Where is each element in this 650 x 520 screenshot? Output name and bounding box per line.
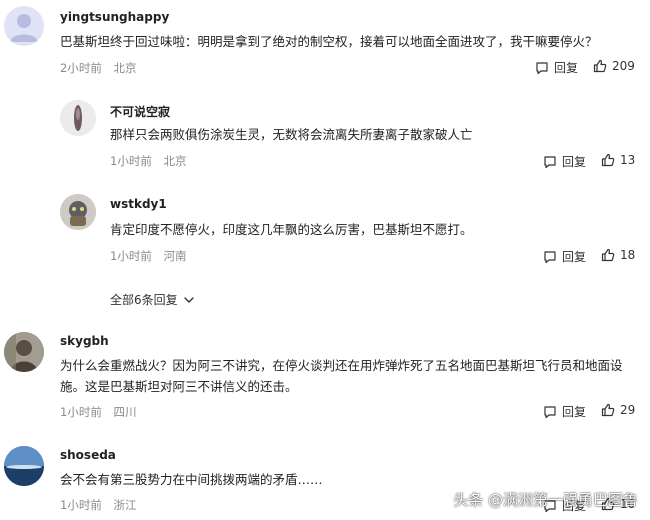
comment-text: 巴基斯坦终于回过味啦：明明是拿到了绝对的制空权，接着可以地面全面进攻了，我干嘛要… <box>60 34 598 49</box>
reply-username[interactable]: wstkdy1 <box>110 197 167 211</box>
thumbs-up-icon <box>601 248 615 262</box>
reply-time: 1小时前 <box>110 249 152 263</box>
reply-label: 回复 <box>562 250 587 264</box>
comment-icon <box>544 250 556 263</box>
expand-replies-button[interactable]: 全部6条回复 <box>110 291 196 308</box>
reply-button[interactable]: 回复 <box>535 59 578 76</box>
avatar[interactable] <box>4 332 44 372</box>
comment-text-line: 为什么会重燃战火？因为阿三不讲究，在停火谈判还在用炸弹炸死了五名地面巴基斯坦飞行… <box>60 358 623 373</box>
comment-time: 1小时前 <box>60 405 102 419</box>
comment-location: 四川 <box>113 405 137 419</box>
comment-time: 2小时前 <box>60 61 102 75</box>
avatar[interactable] <box>60 100 96 136</box>
comment-icon <box>544 405 556 418</box>
comment-meta: 2小时前 北京 <box>60 60 136 76</box>
comment-meta: 1小时前 浙江 <box>60 497 136 513</box>
avatar[interactable] <box>60 194 96 230</box>
comment-text-line: 施。这是巴基斯坦对阿三不讲信义的还击。 <box>60 379 298 394</box>
thumbs-up-icon <box>601 403 615 417</box>
reply-button[interactable]: 回复 <box>543 248 586 265</box>
reply-username[interactable]: 不可说空寂 <box>110 103 170 120</box>
like-count: 209 <box>612 59 635 73</box>
like-button[interactable]: 18 <box>601 248 635 262</box>
like-button[interactable]: 13 <box>601 153 635 167</box>
reply-label: 回复 <box>562 155 587 169</box>
reply-button[interactable]: 回复 <box>543 153 586 170</box>
chevron-down-icon <box>183 296 194 303</box>
like-count: 13 <box>620 153 636 167</box>
like-count: 29 <box>620 403 636 417</box>
user-avatar-image <box>4 446 44 486</box>
reply-label: 回复 <box>554 61 579 75</box>
user-icon <box>10 14 38 42</box>
thumbs-up-icon <box>593 59 607 73</box>
comment-username[interactable]: shoseda <box>60 448 116 462</box>
comment-location: 北京 <box>113 61 137 75</box>
reply-location: 北京 <box>163 154 187 168</box>
reply-text: 那样只会两败俱伤涂炭生灵，无数将会流离失所妻离子散家破人亡 <box>110 127 473 142</box>
comment-username[interactable]: yingtsunghappy <box>60 10 169 24</box>
watermark: 头条 @满洲第一强勇巴图鲁 <box>453 491 638 509</box>
comment-location: 浙江 <box>113 498 137 512</box>
reply-time: 1小时前 <box>110 154 152 168</box>
thumbs-up-icon <box>601 153 615 167</box>
comment-text: 会不会有第三股势力在中间挑拨两端的矛盾…… <box>60 472 323 487</box>
reply-meta: 1小时前 河南 <box>110 248 186 264</box>
reply-meta: 1小时前 北京 <box>110 153 186 169</box>
comment-icon <box>544 155 556 168</box>
comment-icon <box>536 61 548 74</box>
comment-username[interactable]: skygbh <box>60 334 109 348</box>
reply-button[interactable]: 回复 <box>543 403 586 420</box>
comment-meta: 1小时前 四川 <box>60 404 136 420</box>
like-count: 18 <box>620 248 636 262</box>
reply-text: 肯定印度不愿停火，印度这几年飘的这么厉害，巴基斯坦不愿打。 <box>110 222 473 237</box>
user-avatar-image <box>60 100 96 136</box>
reply-location: 河南 <box>163 249 187 263</box>
avatar[interactable] <box>4 446 44 486</box>
like-button[interactable]: 209 <box>593 59 635 73</box>
expand-replies-label: 全部6条回复 <box>110 293 178 307</box>
comment-time: 1小时前 <box>60 498 102 512</box>
user-avatar-image <box>4 332 44 372</box>
reply-label: 回复 <box>562 405 587 419</box>
user-avatar-image <box>60 194 96 230</box>
like-button[interactable]: 29 <box>601 403 635 417</box>
avatar[interactable] <box>4 6 44 46</box>
